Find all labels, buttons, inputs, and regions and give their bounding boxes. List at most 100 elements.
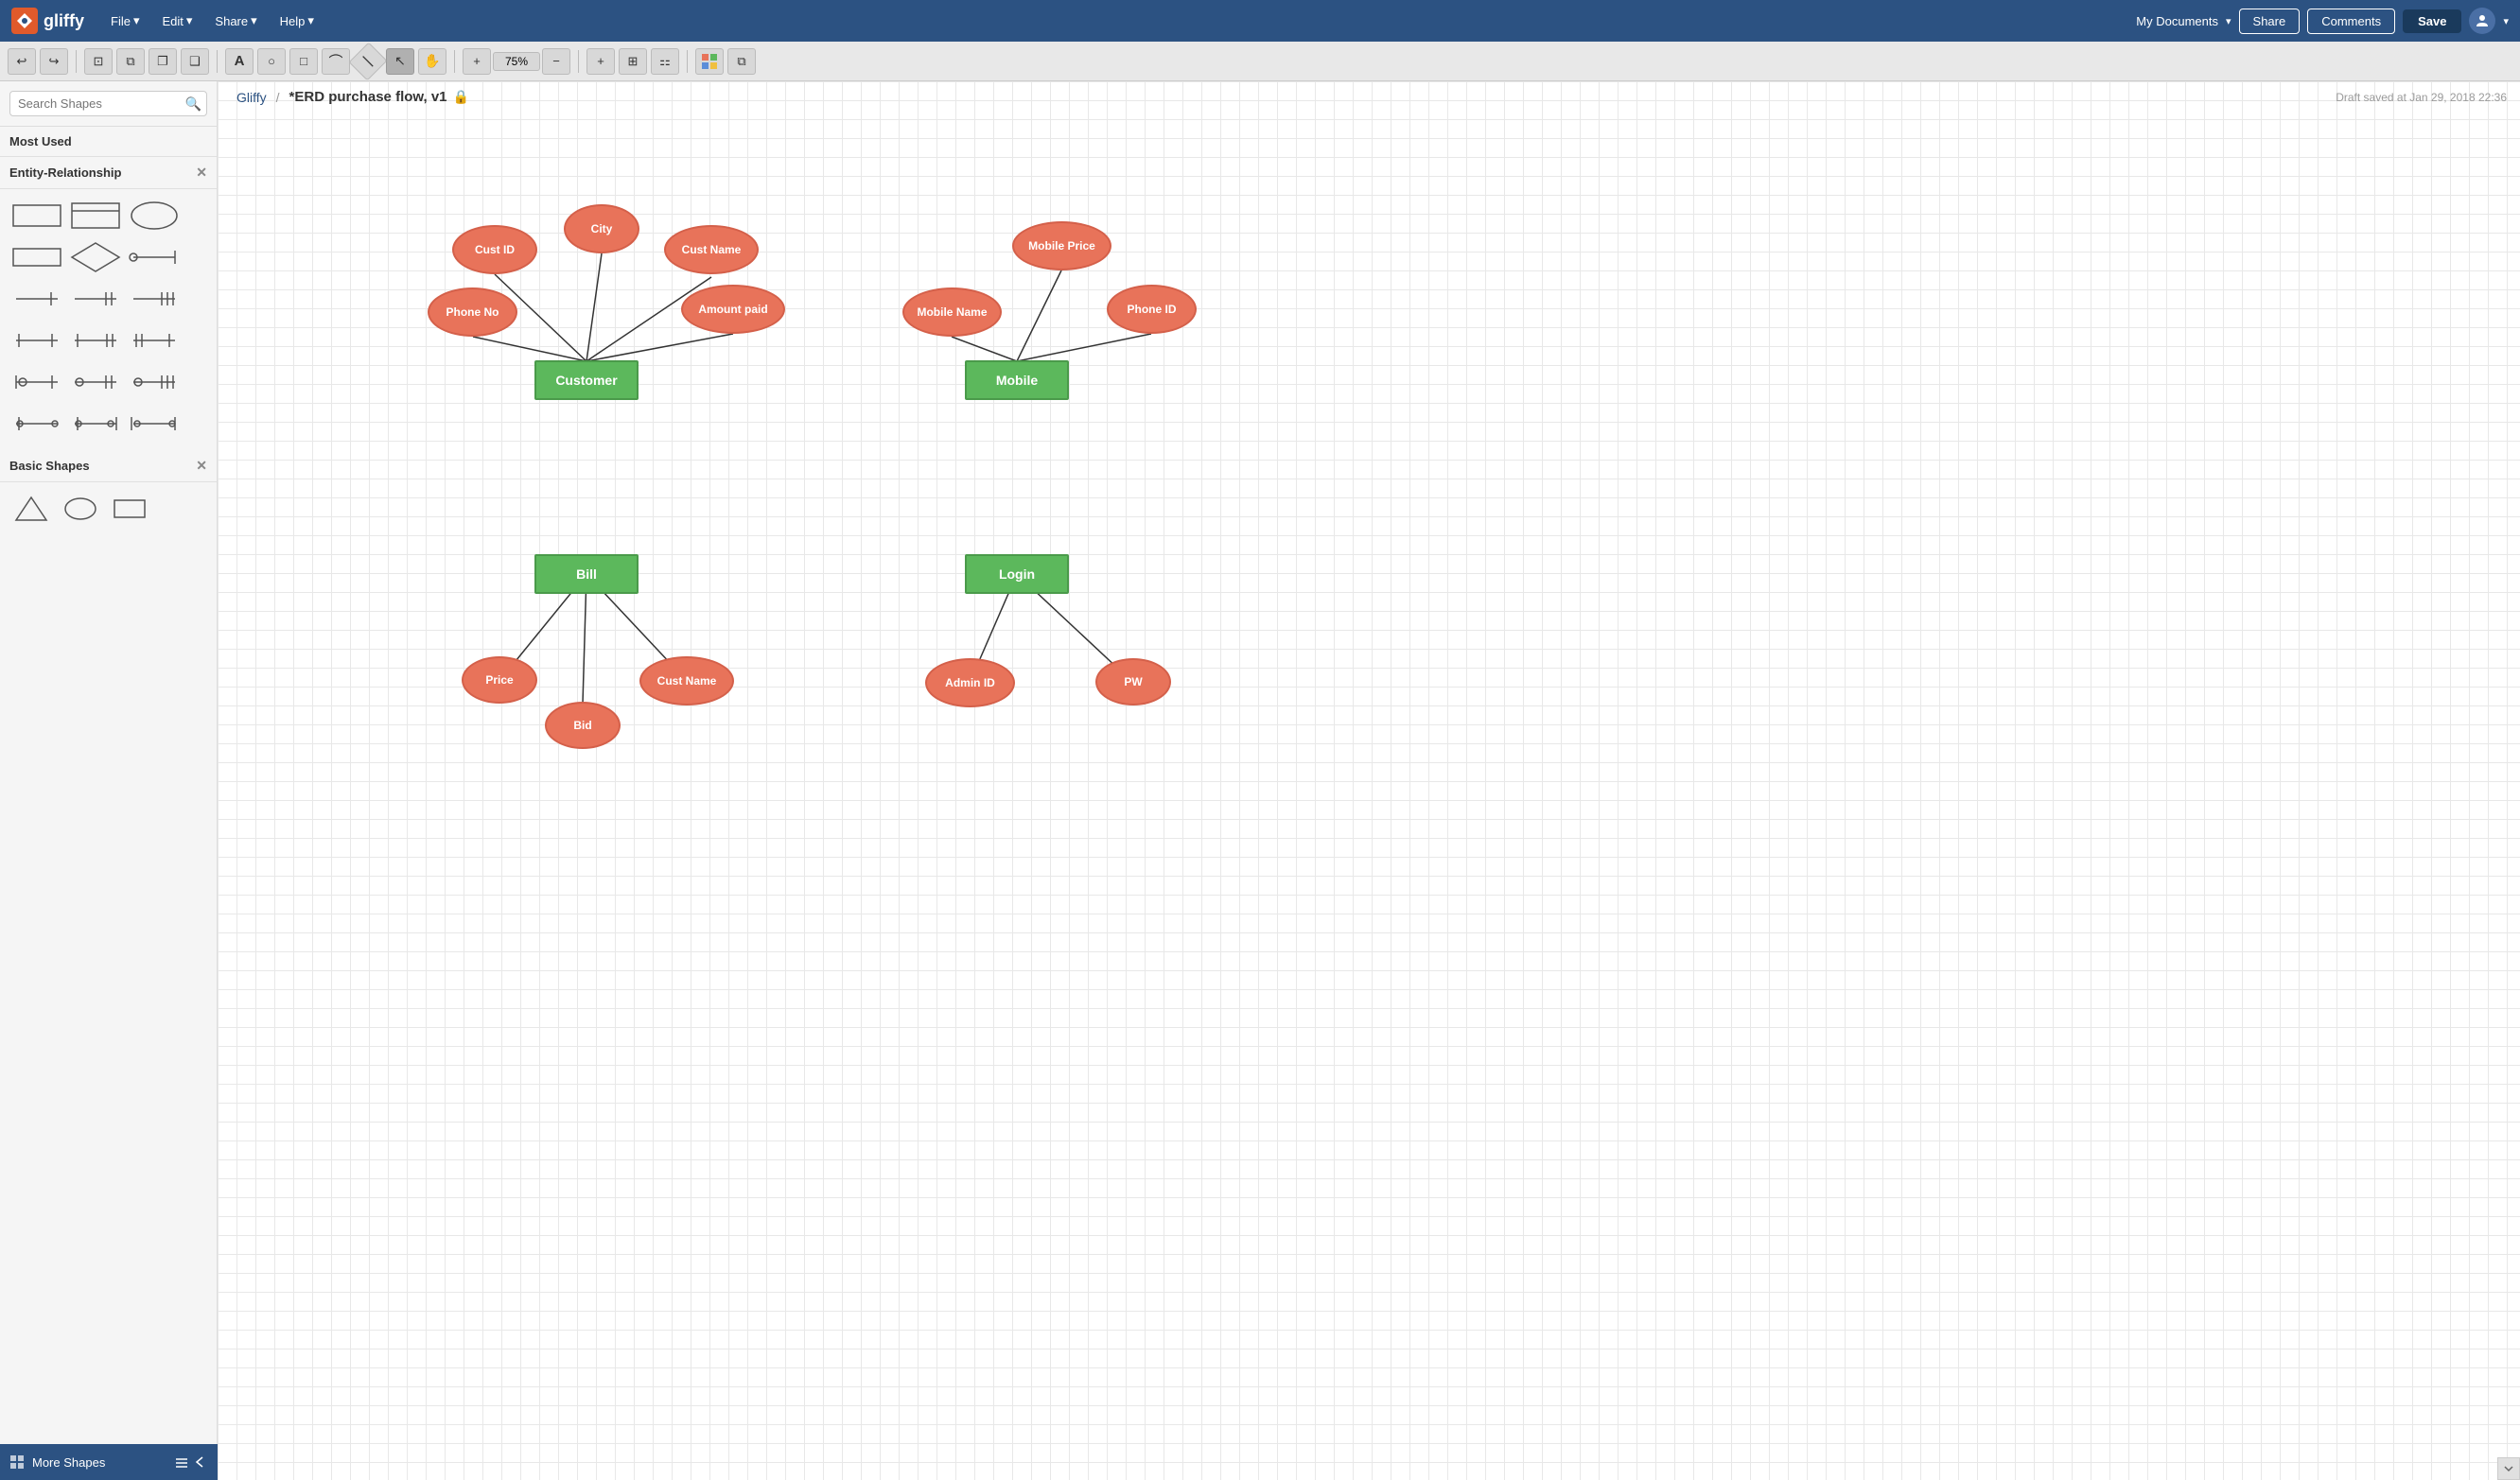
entity-login[interactable]: Login [965,554,1069,594]
my-documents-link[interactable]: My Documents [2136,14,2218,28]
select-button[interactable]: ⊡ [84,48,113,75]
lock-icon[interactable]: 🔒 [453,89,469,105]
canvas-header: Gliffy / *ERD purchase flow, v1 🔒 [236,89,469,105]
attr-pw[interactable]: PW [1095,658,1171,705]
ungroup-button[interactable]: ❐ [149,48,177,75]
er-relationship-shape[interactable] [68,238,123,276]
more-shapes-icon [9,1454,25,1470]
attr-price[interactable]: Price [462,656,537,704]
er-section-header[interactable]: Entity-Relationship ✕ [0,157,217,189]
grid-button[interactable]: ⊞ [619,48,647,75]
circle-tool[interactable]: ○ [257,48,286,75]
basic-shapes-section-header[interactable]: Basic Shapes ✕ [0,450,217,482]
scroll-arrow[interactable] [2497,1457,2520,1480]
help-menu[interactable]: Help ▾ [272,9,322,32]
layout-button[interactable]: ⚏ [651,48,679,75]
er-conn-8[interactable] [68,363,123,401]
er-weak-entity-shape[interactable] [68,197,123,235]
entity-mobile[interactable]: Mobile [965,360,1069,400]
sidebar-toggle-icon[interactable] [193,1454,208,1470]
zoom-level[interactable]: 75% [493,52,540,71]
er-conn-4[interactable] [9,322,64,359]
rectangle-shape[interactable] [108,492,151,526]
redo-button[interactable]: ↪ [40,48,68,75]
attr-bill-cust-name[interactable]: Cust Name [639,656,734,705]
attr-phone-id[interactable]: Phone ID [1107,285,1197,334]
share-menu[interactable]: Share ▾ [207,9,264,32]
er-conn-1[interactable] [9,280,64,318]
share-button[interactable]: Share [2239,9,2301,34]
er-connector-shape[interactable] [127,238,182,276]
er-conn-5[interactable] [68,322,123,359]
attr-cust-id[interactable]: Cust ID [452,225,537,274]
er-shapes-grid [0,189,217,450]
edit-menu[interactable]: Edit ▾ [154,9,200,32]
line-tool[interactable]: | [348,42,387,80]
breadcrumb-parent[interactable]: Gliffy [236,90,267,105]
er-attribute-shape[interactable] [127,197,182,235]
erd-connections-svg [218,81,2520,1480]
undo-button[interactable]: ↩ [8,48,36,75]
group-button[interactable]: ⧉ [116,48,145,75]
file-menu[interactable]: File ▾ [103,9,147,32]
er-conn-2[interactable] [68,280,123,318]
toolbar-separator-1 [76,50,77,73]
search-shapes-wrapper: 🔍 [9,91,207,116]
user-dropdown-icon[interactable]: ▾ [2503,15,2509,27]
attr-bid[interactable]: Bid [545,702,621,749]
search-shapes-input[interactable] [9,91,207,116]
zoom-in-button[interactable]: + [463,48,491,75]
entity-customer[interactable]: Customer [534,360,639,400]
attr-city[interactable]: City [564,204,639,253]
er-conn-10[interactable] [9,405,64,443]
ellipse-shape[interactable] [59,492,102,526]
pointer-tool[interactable]: ↖ [386,48,414,75]
user-avatar[interactable] [2469,8,2495,34]
er-conn-6[interactable] [127,322,182,359]
attr-admin-id[interactable]: Admin ID [925,658,1015,707]
attr-mobile-price[interactable]: Mobile Price [1012,221,1111,270]
attr-phone-no[interactable]: Phone No [428,287,517,337]
zoom-out-button[interactable]: − [542,48,570,75]
er-small-entity-shape[interactable] [9,238,64,276]
er-conn-11[interactable] [68,405,123,443]
path-tool[interactable]: ⌒ [322,48,350,75]
add-button[interactable]: + [586,48,615,75]
comments-button[interactable]: Comments [2307,9,2395,34]
doc-title[interactable]: *ERD purchase flow, v1 [289,89,447,105]
basic-shapes-close[interactable]: ✕ [196,458,207,474]
more-shapes-label: More Shapes [32,1455,105,1470]
attr-amount-paid[interactable]: Amount paid [681,285,785,334]
er-conn-9[interactable] [127,363,182,401]
draft-saved: Draft saved at Jan 29, 2018 22:36 [2336,91,2507,104]
toolbar-separator-2 [217,50,218,73]
pan-tool[interactable]: ✋ [418,48,446,75]
topbar: gliffy File ▾ Edit ▾ Share ▾ Help ▾ My D… [0,0,2520,42]
canvas[interactable]: Customer Mobile Bill Login Cust ID City … [218,81,2520,1480]
color-button[interactable] [695,48,724,75]
logo-text[interactable]: gliffy [44,11,84,31]
attr-cust-name[interactable]: Cust Name [664,225,759,274]
sidebar-collapse-icon[interactable] [174,1454,189,1470]
save-button[interactable]: Save [2403,9,2461,33]
more-shapes-bar[interactable]: More Shapes [0,1444,218,1480]
er-conn-7[interactable] [9,363,64,401]
layers-button[interactable]: ⧉ [727,48,756,75]
entity-bill[interactable]: Bill [534,554,639,594]
attr-mobile-name[interactable]: Mobile Name [902,287,1002,337]
toolbar-separator-3 [454,50,455,73]
er-entity-shape[interactable] [9,197,64,235]
most-used-section-header[interactable]: Most Used [0,127,217,157]
er-section-close[interactable]: ✕ [196,165,207,181]
toolbar-separator-4 [578,50,579,73]
er-conn-3[interactable] [127,280,182,318]
logo-icon[interactable] [11,8,38,34]
zoom-control: + 75% − [463,48,570,75]
copy-button[interactable]: ❑ [181,48,209,75]
canvas-container[interactable]: Gliffy / *ERD purchase flow, v1 🔒 Draft … [218,81,2520,1480]
rect-tool[interactable]: □ [289,48,318,75]
text-button[interactable]: A [225,48,254,75]
er-conn-12[interactable] [127,405,182,443]
breadcrumb-separator: / [276,90,280,105]
triangle-shape[interactable] [9,492,53,526]
